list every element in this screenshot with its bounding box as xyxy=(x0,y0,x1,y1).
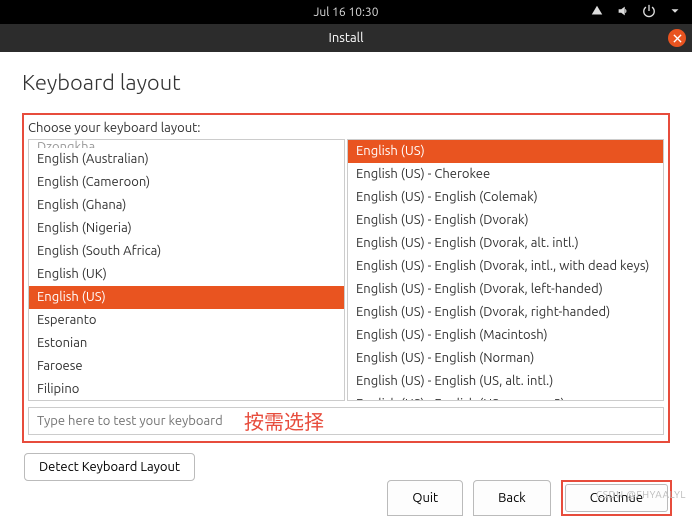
list-item[interactable]: English (US) - Cherokee xyxy=(348,163,663,186)
annotation-text: 按需选择 xyxy=(244,406,324,435)
system-tray xyxy=(590,4,682,21)
volume-icon[interactable] xyxy=(616,4,630,21)
chevron-down-icon[interactable] xyxy=(668,4,682,21)
list-item[interactable]: English (US) - English (Dvorak) xyxy=(348,209,663,232)
language-list[interactable]: DzongkhaEnglish (Australian)English (Cam… xyxy=(28,139,345,401)
close-button[interactable] xyxy=(668,29,686,47)
layout-lists: DzongkhaEnglish (Australian)English (Cam… xyxy=(24,139,668,401)
variant-list[interactable]: English (US)English (US) - CherokeeEngli… xyxy=(347,139,664,401)
list-item[interactable]: English (US) - English (US, euro on 5) xyxy=(348,393,663,401)
clock: Jul 16 10:30 xyxy=(314,6,379,19)
list-item[interactable]: English (South Africa) xyxy=(29,240,344,263)
list-item[interactable]: English (US) - English (Dvorak, left-han… xyxy=(348,278,663,301)
window-title: Install xyxy=(329,31,364,45)
list-item[interactable]: Faroese xyxy=(29,355,344,378)
test-keyboard-input[interactable] xyxy=(28,407,664,435)
list-item[interactable]: English (Ghana) xyxy=(29,194,344,217)
list-item[interactable]: English (US) - English (Norman) xyxy=(348,347,663,370)
back-button[interactable]: Back xyxy=(473,480,551,516)
list-item[interactable]: Esperanto xyxy=(29,309,344,332)
list-item[interactable]: English (Cameroon) xyxy=(29,171,344,194)
list-item[interactable]: Estonian xyxy=(29,332,344,355)
network-icon[interactable] xyxy=(590,4,604,21)
choose-label: Choose your keyboard layout: xyxy=(28,121,664,135)
list-item[interactable]: English (US) xyxy=(348,140,663,163)
list-item[interactable]: English (US) - English (Dvorak, right-ha… xyxy=(348,301,663,324)
list-item[interactable]: English (US) - English (Macintosh) xyxy=(348,324,663,347)
highlight-box-main: Choose your keyboard layout: DzongkhaEng… xyxy=(22,113,670,443)
list-item[interactable]: English (US) - English (Dvorak, alt. int… xyxy=(348,232,663,255)
list-item[interactable]: Filipino xyxy=(29,378,344,401)
list-item[interactable]: English (US) xyxy=(29,286,344,309)
power-icon[interactable] xyxy=(642,4,656,21)
watermark: CSDN @FHYAALYL xyxy=(596,489,686,500)
list-item[interactable]: English (US) - English (US, alt. intl.) xyxy=(348,370,663,393)
detect-layout-button[interactable]: Detect Keyboard Layout xyxy=(24,453,195,481)
page-heading: Keyboard layout xyxy=(22,70,670,95)
list-item[interactable]: English (Australian) xyxy=(29,148,344,171)
quit-button[interactable]: Quit xyxy=(387,480,463,516)
list-item[interactable]: English (Nigeria) xyxy=(29,217,344,240)
installer-content: Keyboard layout Choose your keyboard lay… xyxy=(0,52,692,491)
window-titlebar: Install xyxy=(0,24,692,52)
list-item[interactable]: English (UK) xyxy=(29,263,344,286)
list-item[interactable]: English (US) - English (Colemak) xyxy=(348,186,663,209)
list-item[interactable]: English (US) - English (Dvorak, intl., w… xyxy=(348,255,663,278)
system-topbar: Jul 16 10:30 xyxy=(0,0,692,24)
